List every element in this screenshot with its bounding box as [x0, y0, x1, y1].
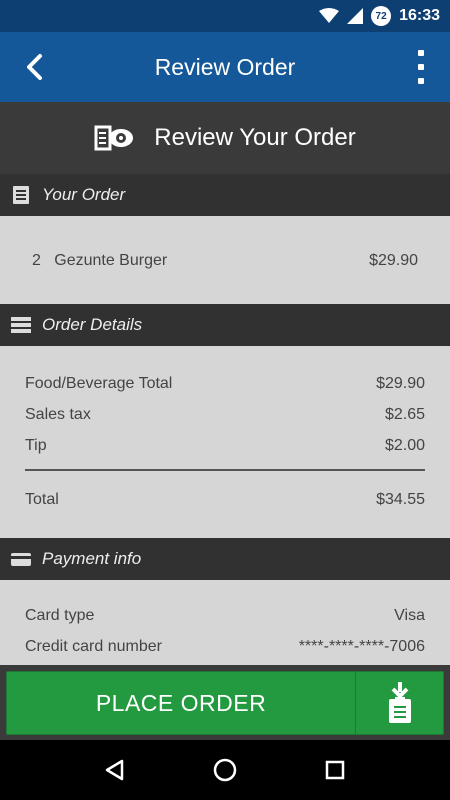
payment-row: Card type Visa	[25, 604, 425, 628]
menu-dot-icon	[418, 78, 424, 84]
your-order-panel: 2 Gezunte Burger $29.90	[0, 216, 450, 304]
nav-home-icon	[213, 758, 237, 782]
total-row: Total $34.55	[25, 488, 425, 512]
detail-row: Food/Beverage Total $29.90	[25, 372, 425, 396]
place-order-button[interactable]: PLACE ORDER	[6, 671, 444, 735]
order-download-icon-wrap	[355, 672, 443, 734]
nav-back-icon	[105, 759, 124, 781]
payment-info-panel: Card type Visa Credit card number ****-*…	[0, 580, 450, 665]
nav-home-button[interactable]	[205, 750, 245, 790]
hero-title: Review Your Order	[154, 124, 356, 151]
status-time: 16:33	[399, 7, 440, 24]
payment-value: Visa	[394, 607, 425, 624]
order-details-title: Order Details	[42, 315, 143, 334]
nav-recents-button[interactable]	[315, 750, 355, 790]
nav-back-button[interactable]	[95, 750, 135, 790]
payment-label: Card type	[25, 607, 95, 624]
payment-info-title: Payment info	[42, 549, 142, 568]
order-details-panel: Food/Beverage Total $29.90 Sales tax $2.…	[0, 346, 450, 538]
detail-value: $2.00	[384, 437, 425, 454]
detail-label: Sales tax	[25, 406, 91, 423]
divider	[25, 469, 425, 471]
payment-row: Credit card number ****-****-****-7006	[25, 635, 425, 659]
your-order-header: Your Order	[0, 174, 450, 216]
detail-value: $2.65	[384, 406, 425, 423]
menu-dot-icon	[418, 64, 424, 70]
detail-label: Tip	[25, 437, 47, 454]
receipt-icon	[13, 186, 29, 204]
order-item-name: Gezunte Burger	[54, 252, 168, 269]
system-nav-bar	[0, 740, 450, 800]
payment-label: Credit card number	[25, 638, 162, 655]
place-order-label: PLACE ORDER	[95, 689, 267, 716]
order-download-icon	[388, 682, 411, 723]
order-item-row: 2 Gezunte Burger $29.90	[32, 249, 418, 273]
detail-row: Tip $2.00	[25, 434, 425, 458]
order-details-header: Order Details	[0, 304, 450, 346]
review-hero: Review Your Order	[0, 102, 450, 174]
overflow-menu-button[interactable]	[416, 50, 426, 84]
payment-info-header: Payment info	[0, 538, 450, 580]
total-label: Total	[25, 491, 59, 508]
credit-card-icon	[11, 553, 31, 566]
your-order-title: Your Order	[42, 185, 126, 204]
page-title: Review Order	[154, 54, 296, 80]
list-icon	[11, 317, 31, 333]
nav-recents-icon	[325, 760, 345, 780]
wifi-icon	[319, 8, 340, 23]
detail-value: $29.90	[376, 375, 425, 392]
order-item-price: $29.90	[369, 252, 418, 269]
detail-label: Food/Beverage Total	[25, 375, 173, 392]
payment-value: ****-****-****-7006	[298, 638, 425, 655]
app-bar: Review Order	[0, 32, 450, 102]
footer-actions: PLACE ORDER	[0, 665, 450, 740]
review-eye-icon	[94, 125, 134, 151]
signal-icon	[347, 8, 364, 24]
status-bar: 72 16:33	[0, 0, 450, 32]
total-value: $34.55	[376, 491, 425, 508]
battery-icon: 72	[371, 6, 392, 26]
detail-row: Sales tax $2.65	[25, 403, 425, 427]
menu-dot-icon	[418, 50, 424, 56]
order-item-desc: 2 Gezunte Burger	[32, 252, 167, 270]
order-item-qty: 2	[32, 252, 41, 269]
